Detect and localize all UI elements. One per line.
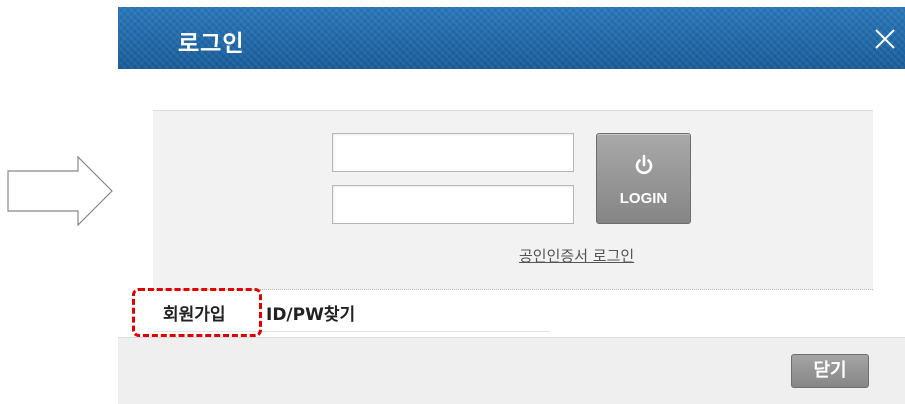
right-arrow-icon bbox=[7, 155, 113, 227]
password-input[interactable] bbox=[332, 185, 574, 224]
login-dialog: 로그인 LOGIN 공인인증서 로그인 회원가입 ID/PW찾기 닫기 bbox=[118, 7, 905, 404]
login-button-label: LOGIN bbox=[619, 190, 668, 207]
login-button[interactable]: LOGIN bbox=[596, 133, 691, 224]
title-bar: 로그인 bbox=[118, 7, 905, 69]
dialog-footer: 닫기 bbox=[118, 337, 905, 404]
login-panel: LOGIN 공인인증서 로그인 bbox=[153, 110, 873, 290]
dialog-title: 로그인 bbox=[178, 31, 245, 57]
power-icon bbox=[635, 154, 653, 175]
close-button[interactable]: 닫기 bbox=[791, 354, 869, 388]
id-input[interactable] bbox=[332, 133, 574, 172]
certificate-login-link[interactable]: 공인인증서 로그인 bbox=[519, 245, 634, 266]
highlight-annotation bbox=[132, 288, 262, 337]
close-icon[interactable] bbox=[870, 24, 900, 54]
find-id-pw-link[interactable]: ID/PW찾기 bbox=[266, 300, 355, 325]
